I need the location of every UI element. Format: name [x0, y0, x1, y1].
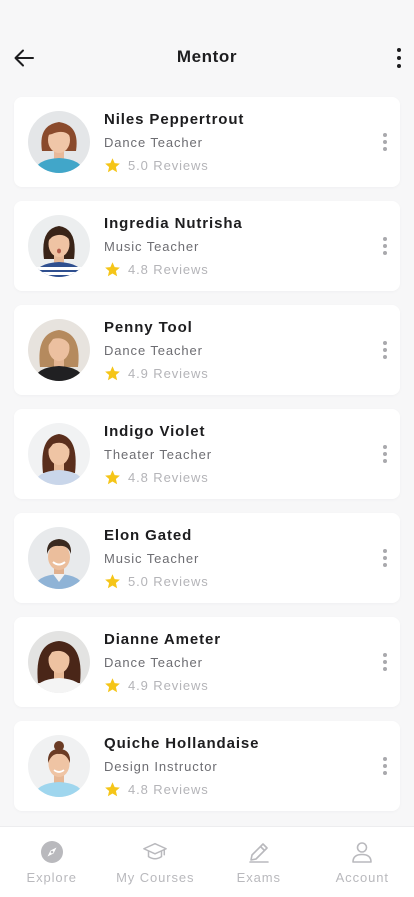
- rating: 5.0 Reviews: [104, 572, 209, 590]
- tab-account[interactable]: Account: [311, 827, 414, 897]
- rating: 4.9 Reviews: [104, 676, 209, 694]
- app-header: Mentor: [0, 0, 414, 96]
- rating: 4.8 Reviews: [104, 260, 209, 278]
- rating: 4.8 Reviews: [104, 468, 209, 486]
- star-icon: [104, 573, 121, 590]
- tab-my-courses[interactable]: My Courses: [104, 827, 208, 897]
- reviews-text: 4.8 Reviews: [128, 470, 209, 485]
- mentor-name: Ingredia Nutrisha: [104, 215, 243, 232]
- dot: [383, 653, 387, 657]
- star-icon: [104, 469, 121, 486]
- avatar: [28, 527, 90, 589]
- mentor-role: Dance Teacher: [104, 655, 203, 670]
- dot: [383, 251, 387, 255]
- dot: [383, 445, 387, 449]
- page-title: Mentor: [0, 47, 414, 67]
- star-icon: [104, 365, 121, 382]
- avatar: [28, 735, 90, 797]
- rating: 4.9 Reviews: [104, 364, 209, 382]
- mentor-role: Music Teacher: [104, 551, 199, 566]
- star-icon: [104, 261, 121, 278]
- star-icon: [104, 157, 121, 174]
- reviews-text: 5.0 Reviews: [128, 574, 209, 589]
- dot: [397, 64, 401, 68]
- dot: [383, 237, 387, 241]
- avatar: [28, 319, 90, 381]
- reviews-text: 4.9 Reviews: [128, 366, 209, 381]
- dot: [383, 667, 387, 671]
- pencil-icon: [246, 839, 272, 865]
- mentor-card[interactable]: Ingredia Nutrisha Music Teacher 4.8 Revi…: [14, 201, 400, 291]
- star-icon: [104, 781, 121, 798]
- tab-label: Explore: [27, 870, 77, 885]
- mentor-name: Penny Tool: [104, 319, 193, 336]
- mentor-role: Dance Teacher: [104, 343, 203, 358]
- dot: [397, 56, 401, 60]
- mentor-name: Indigo Violet: [104, 423, 205, 440]
- card-more-button[interactable]: [378, 130, 392, 154]
- avatar: [28, 111, 90, 173]
- card-more-button[interactable]: [378, 650, 392, 674]
- user-icon: [349, 839, 375, 865]
- tab-label: Exams: [237, 870, 281, 885]
- mentor-card[interactable]: Niles Peppertrout Dance Teacher 5.0 Revi…: [14, 97, 400, 187]
- mentor-card[interactable]: Penny Tool Dance Teacher 4.9 Reviews: [14, 305, 400, 395]
- mentor-role: Music Teacher: [104, 239, 199, 254]
- card-more-button[interactable]: [378, 234, 392, 258]
- mentor-card[interactable]: Indigo Violet Theater Teacher 4.8 Review…: [14, 409, 400, 499]
- mentor-card[interactable]: Quiche Hollandaise Design Instructor 4.8…: [14, 721, 400, 811]
- dot: [383, 764, 387, 768]
- dot: [383, 348, 387, 352]
- dot: [383, 549, 387, 553]
- dot: [383, 355, 387, 359]
- dot: [383, 341, 387, 345]
- tab-explore[interactable]: Explore: [0, 827, 104, 897]
- mentor-name: Niles Peppertrout: [104, 111, 244, 128]
- rating: 5.0 Reviews: [104, 156, 209, 174]
- card-more-button[interactable]: [378, 338, 392, 362]
- dot: [383, 771, 387, 775]
- mentor-list: Niles Peppertrout Dance Teacher 5.0 Revi…: [14, 97, 400, 825]
- mentor-role: Design Instructor: [104, 759, 218, 774]
- tab-exams[interactable]: Exams: [207, 827, 311, 897]
- avatar: [28, 423, 90, 485]
- dot: [383, 452, 387, 456]
- dot: [383, 556, 387, 560]
- dot: [383, 147, 387, 151]
- avatar: [28, 631, 90, 693]
- mentor-card[interactable]: Elon Gated Music Teacher 5.0 Reviews: [14, 513, 400, 603]
- dot: [383, 459, 387, 463]
- mentor-name: Elon Gated: [104, 527, 192, 544]
- dot: [383, 563, 387, 567]
- mentor-role: Theater Teacher: [104, 447, 212, 462]
- reviews-text: 4.8 Reviews: [128, 262, 209, 277]
- graduation-cap-icon: [142, 839, 168, 865]
- mentor-name: Quiche Hollandaise: [104, 735, 259, 752]
- card-more-button[interactable]: [378, 442, 392, 466]
- dot: [383, 244, 387, 248]
- bottom-tab-bar: Explore My Courses Exams A: [0, 826, 414, 897]
- compass-icon: [39, 839, 65, 865]
- tab-label: My Courses: [116, 870, 194, 885]
- avatar: [28, 215, 90, 277]
- dot: [383, 140, 387, 144]
- dot: [397, 48, 401, 52]
- dot: [383, 757, 387, 761]
- card-more-button[interactable]: [378, 754, 392, 778]
- card-more-button[interactable]: [378, 546, 392, 570]
- dot: [383, 133, 387, 137]
- reviews-text: 4.9 Reviews: [128, 678, 209, 693]
- tab-label: Account: [336, 870, 389, 885]
- reviews-text: 5.0 Reviews: [128, 158, 209, 173]
- more-options-button[interactable]: [392, 44, 406, 72]
- mentor-role: Dance Teacher: [104, 135, 203, 150]
- rating: 4.8 Reviews: [104, 780, 209, 798]
- reviews-text: 4.8 Reviews: [128, 782, 209, 797]
- star-icon: [104, 677, 121, 694]
- mentor-card[interactable]: Dianne Ameter Dance Teacher 4.9 Reviews: [14, 617, 400, 707]
- dot: [383, 660, 387, 664]
- mentor-name: Dianne Ameter: [104, 631, 221, 648]
